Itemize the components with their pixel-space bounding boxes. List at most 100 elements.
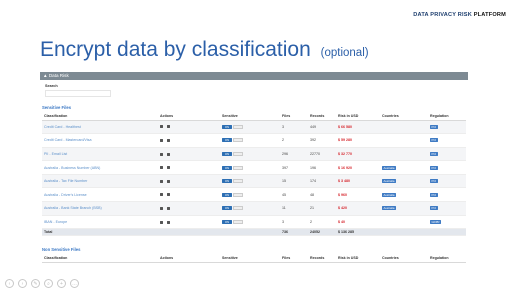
table-row: Australia - Tax File Number ON 15 174 $ 3 48… [42,174,466,189]
row-risk: $ 16 920 [336,160,380,175]
toggle-track[interactable] [233,124,243,129]
folder-icon[interactable] [167,206,170,210]
table-row: Australia - Bank State Branch (BSB) ON 11 2… [42,201,466,216]
row-records: 21 [308,201,336,216]
column-header-classification[interactable]: Classification [42,113,158,121]
sensitive-toggle[interactable]: ON [222,179,232,184]
lock-icon[interactable] [160,206,163,210]
sensitive-toggle[interactable]: ON [222,165,232,170]
column-header-risk[interactable]: Risk in USD [336,113,380,121]
forward-icon[interactable]: › [18,279,27,288]
column-header-actions: Actions [158,113,220,121]
lock-icon[interactable] [160,166,163,170]
lock-icon[interactable] [160,193,163,197]
row-records: 2 [308,215,336,230]
row-regulation: GDPR [428,215,466,230]
row-sensitive: ON [220,174,280,189]
row-actions [158,215,220,230]
row-classification[interactable]: Australia - Bank State Branch (BSB) [42,201,158,216]
toggle-track[interactable] [233,165,243,170]
lock-icon[interactable] [160,125,163,129]
non-sensitive-files-heading: Non Sensitive Files [42,247,81,252]
column-header-files[interactable]: Files [280,113,308,121]
sensitive-toggle[interactable]: ON [222,192,232,197]
row-actions [158,120,220,135]
row-actions [158,160,220,175]
back-icon[interactable]: ‹ [5,279,14,288]
panel-header[interactable]: ▲ Data Risk [40,72,468,80]
row-sensitive: ON [220,160,280,175]
folder-icon[interactable] [167,138,170,142]
zoom-icon[interactable]: + [57,279,66,288]
row-files: 45 [280,187,308,203]
sensitive-toggle[interactable]: ON [222,219,232,224]
column-header-files[interactable]: Files [280,255,308,263]
sensitive-toggle[interactable]: ON [222,152,232,156]
column-header-sensitive[interactable]: Sensitive [220,113,280,121]
toggle-track[interactable] [233,206,243,211]
table-header-row: Classification Actions Sensitive Files R… [42,255,466,263]
row-classification[interactable]: Credit Card - Healthest [42,120,158,135]
sensitive-toggle[interactable]: ON [222,138,232,143]
row-files: 296 [280,147,308,162]
column-header-records[interactable]: Records [308,113,336,121]
row-regulation: PCI [428,120,466,135]
row-regulation: PCI [428,201,466,216]
row-country [380,120,428,135]
table-row: Australia - Driver's License ON 45 48 $ 960 A… [42,187,466,203]
column-header-classification[interactable]: Classification [42,255,158,263]
folder-icon[interactable] [167,179,170,183]
toggle-track[interactable] [233,138,243,143]
row-classification[interactable]: PII - Email List [42,147,158,162]
toggle-track[interactable] [233,192,243,197]
row-sensitive: ON [220,215,280,230]
more-icon[interactable]: … [70,279,79,288]
country-badge: Australia [382,179,396,184]
toggle-track[interactable] [233,179,243,184]
folder-icon[interactable] [167,125,170,129]
lock-icon[interactable] [160,138,163,142]
slide-title: Encrypt data by classification (optional… [40,38,369,62]
sensitive-toggle[interactable]: ON [222,206,232,211]
toggle-track[interactable] [233,152,243,156]
row-risk: $ 40 [336,215,380,230]
search-icon[interactable]: ⌕ [44,279,53,288]
row-risk: $ 66 580 [336,120,380,135]
row-classification[interactable]: Australia - Tax File Number [42,174,158,189]
table-row: Credit Card - Mastercard/Visa ON 2 392 $ 59 … [42,133,466,148]
column-header-risk[interactable]: Risk in USD [336,255,380,263]
row-records: 196 [308,160,336,175]
toggle-track[interactable] [233,219,243,224]
row-country: Australia [380,160,428,175]
lock-icon[interactable] [160,179,163,183]
regulation-badge: PCI [430,206,438,211]
column-header-regulation[interactable]: Regulation [428,113,466,121]
sensitive-toggle[interactable]: ON [222,124,232,129]
folder-icon[interactable] [167,152,170,156]
column-header-countries[interactable]: Countries [380,255,428,263]
row-classification[interactable]: Australia - Driver's License [42,187,158,203]
row-sensitive: ON [220,133,280,148]
row-classification[interactable]: IBAN - Europe [42,215,158,230]
lock-icon[interactable] [160,152,163,156]
folder-icon[interactable] [167,166,170,170]
row-classification[interactable]: Credit Card - Mastercard/Visa [42,133,158,148]
row-country [380,133,428,148]
column-header-countries[interactable]: Countries [380,113,428,121]
row-country: Australia [380,187,428,203]
pen-icon[interactable]: ✎ [31,279,40,288]
row-classification[interactable]: Australia - Business Number (ABN) [42,160,158,175]
total-row: Total 736 24052 $ 136 285 [42,228,466,237]
lock-icon[interactable] [160,220,163,224]
column-header-sensitive[interactable]: Sensitive [220,255,280,263]
folder-icon[interactable] [167,220,170,224]
row-actions [158,201,220,216]
row-files: 3 [280,120,308,135]
row-files: 3 [280,215,308,230]
search-input[interactable] [45,90,111,97]
folder-icon[interactable] [167,193,170,197]
row-regulation: PCI [428,174,466,189]
row-records: 48 [308,187,336,203]
column-header-records[interactable]: Records [308,255,336,263]
column-header-regulation[interactable]: Regulation [428,255,466,263]
